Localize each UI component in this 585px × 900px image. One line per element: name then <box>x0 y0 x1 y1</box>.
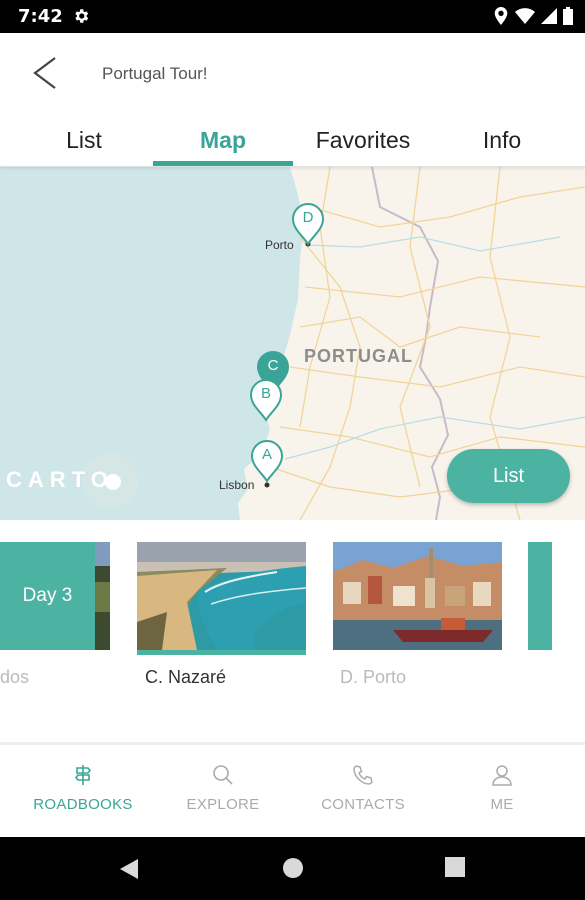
nav-label: EXPLORE <box>186 796 260 813</box>
stop-caption: D. Porto <box>340 667 407 687</box>
stop-card-porto[interactable]: D. Porto <box>333 542 502 712</box>
status-bar: 7:42 <box>0 0 585 33</box>
carto-logo-dot <box>105 474 121 490</box>
selected-indicator <box>137 650 306 655</box>
system-back-icon[interactable] <box>118 857 140 886</box>
person-icon <box>490 763 514 787</box>
city-photo <box>333 542 502 650</box>
battery-icon <box>563 7 573 30</box>
tab-map[interactable]: Map <box>153 113 293 167</box>
nav-me[interactable]: ME <box>429 745 575 837</box>
map-attribution: CARTO <box>6 467 114 492</box>
phone-icon <box>351 763 375 787</box>
status-time: 7:42 <box>18 6 63 27</box>
beach-photo <box>137 542 306 650</box>
gear-icon <box>72 7 90 30</box>
active-tab-indicator <box>153 161 293 166</box>
stop-card-nazare[interactable]: C. Nazaré <box>137 542 306 712</box>
location-icon <box>493 7 509 30</box>
pin-letter: B <box>260 385 271 402</box>
tab-favorites[interactable]: Favorites <box>293 113 433 167</box>
system-recents-icon[interactable] <box>445 857 465 882</box>
next-card-peek[interactable] <box>528 542 552 650</box>
map-pin-a[interactable]: A <box>250 440 284 484</box>
stop-thumbnail: Day 3 <box>0 542 110 650</box>
map-view[interactable]: Porto Lisbon PORTUGAL D C B A CARTO List <box>0 167 585 520</box>
stop-thumbnail <box>333 542 502 650</box>
system-navigation-bar <box>0 837 585 900</box>
app-bar: Portugal Tour! <box>0 33 585 113</box>
stop-caption: C. Nazaré <box>145 667 227 687</box>
nav-label: ROADBOOKS <box>33 796 133 813</box>
signpost-icon <box>71 763 95 787</box>
pin-letter: D <box>302 209 314 226</box>
nav-roadbooks[interactable]: ROADBOOKS <box>10 745 156 837</box>
back-arrow-icon <box>33 57 56 89</box>
nav-explore[interactable]: EXPLORE <box>150 745 296 837</box>
tab-bar: List Map Favorites Info <box>0 113 585 167</box>
wifi-icon <box>515 8 535 29</box>
stop-card[interactable]: Day 3 dos <box>0 542 110 712</box>
page-title: Portugal Tour! <box>102 64 208 83</box>
bottom-navigation: ROADBOOKS EXPLORE CONTACTS ME <box>0 745 585 837</box>
map-pin-b[interactable]: B <box>249 379 283 423</box>
tab-list[interactable]: List <box>14 113 154 167</box>
city-label-porto: Porto <box>265 238 294 252</box>
back-button[interactable] <box>26 55 62 91</box>
pin-letter: C <box>267 357 279 374</box>
nav-label: ME <box>490 796 514 813</box>
pin-letter: A <box>261 446 272 463</box>
signal-icon <box>541 8 557 29</box>
tab-info[interactable]: Info <box>432 113 572 167</box>
nav-contacts[interactable]: CONTACTS <box>290 745 436 837</box>
list-button[interactable]: List <box>447 449 570 503</box>
system-home-icon[interactable] <box>282 857 304 884</box>
stop-caption: dos <box>0 667 30 687</box>
search-icon <box>211 763 235 787</box>
nav-label: CONTACTS <box>321 796 405 813</box>
map-pin-d[interactable]: D <box>291 203 325 247</box>
day-label: Day 3 <box>0 542 95 650</box>
country-label: PORTUGAL <box>304 346 413 366</box>
stops-carousel[interactable]: Day 3 dos C. Nazaré D. Porto <box>0 520 585 742</box>
stop-thumbnail <box>137 542 306 650</box>
